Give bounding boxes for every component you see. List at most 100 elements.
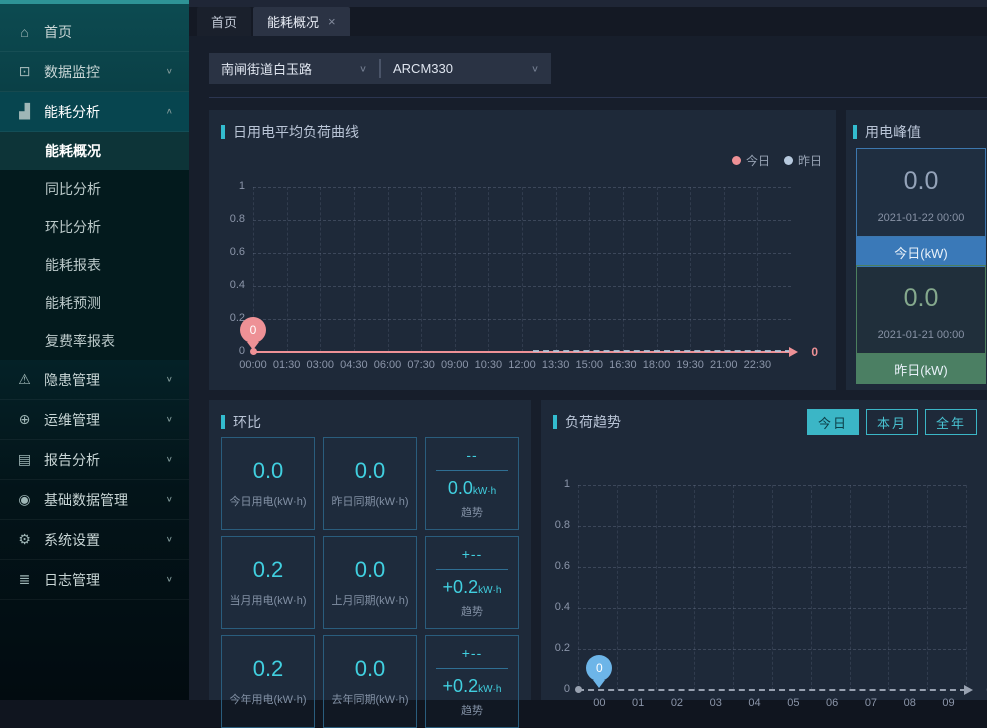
huanbi-trend-value: 0.0kW·h bbox=[448, 478, 496, 499]
v-gridline bbox=[556, 187, 557, 352]
v-gridline bbox=[388, 187, 389, 352]
sidebar-item-隐患管理[interactable]: ⚠隐患管理∨ bbox=[0, 360, 189, 400]
y-axis-tick: 0 bbox=[536, 683, 570, 695]
axis-end-label: 0 bbox=[811, 345, 818, 359]
trend-button-全年[interactable]: 全年 bbox=[925, 409, 977, 435]
v-gridline bbox=[724, 187, 725, 352]
huanbi-value-card: 0.0今日用电(kW·h) bbox=[221, 437, 315, 530]
huanbi-label: 当月用电(kW·h) bbox=[230, 592, 307, 608]
filter-bar: 南闸街道白玉路 ∨ ARCM330 ∨ bbox=[209, 53, 551, 84]
y-axis-tick: 0 bbox=[211, 345, 245, 357]
sidebar-item-label: 能耗分析 bbox=[44, 102, 100, 122]
device-select-value: ARCM330 bbox=[393, 61, 453, 76]
marker-tail bbox=[593, 680, 605, 688]
huanbi-value: 0.2 bbox=[253, 557, 284, 583]
sidebar-item-基础数据管理[interactable]: ◉基础数据管理∨ bbox=[0, 480, 189, 520]
sidebar-subitem-环比分析[interactable]: 环比分析 bbox=[0, 208, 189, 246]
sidebar-item-运维管理[interactable]: ⊕运维管理∨ bbox=[0, 400, 189, 440]
sidebar-item-能耗分析[interactable]: ▟能耗分析∧ bbox=[0, 92, 189, 132]
tab-首页[interactable]: 首页 bbox=[197, 7, 251, 36]
huanbi-trend-top: +-- bbox=[462, 546, 483, 562]
data-point-marker[interactable]: 0 bbox=[586, 655, 612, 681]
v-gridline bbox=[966, 485, 967, 690]
station-select[interactable]: 南闸街道白玉路 ∨ bbox=[209, 53, 379, 84]
sidebar-item-label: 首页 bbox=[44, 22, 72, 42]
huanbi-value: 0.2 bbox=[253, 656, 284, 682]
v-gridline bbox=[522, 187, 523, 352]
tab-bar: 首页能耗概况 × bbox=[189, 7, 987, 36]
huanbi-value-card: 0.2 当月用电(kW·h) bbox=[221, 536, 315, 629]
sidebar-item-系统设置[interactable]: ⚙系统设置∨ bbox=[0, 520, 189, 560]
trend-value-number: +0.2 bbox=[443, 577, 479, 597]
trend-value-unit: kW·h bbox=[478, 585, 501, 596]
title-marker bbox=[221, 125, 225, 139]
huanbi-separator bbox=[436, 470, 508, 471]
tab-label: 能耗概况 bbox=[267, 12, 319, 31]
sidebar-item-数据监控[interactable]: ⊡数据监控∨ bbox=[0, 52, 189, 92]
sidebar-subitem-复费率报表[interactable]: 复费率报表 bbox=[0, 322, 189, 360]
sidebar-item-首页[interactable]: ⌂首页 bbox=[0, 12, 189, 52]
peak-card-body: 0.0 2021-01-21 00:00 bbox=[856, 265, 986, 354]
tab-能耗概况[interactable]: 能耗概况 × bbox=[253, 7, 350, 36]
huanbi-value-card: 0.0上月同期(kW·h) bbox=[323, 536, 417, 629]
y-axis-tick: 0.4 bbox=[536, 601, 570, 613]
base-data-icon: ◉ bbox=[16, 491, 33, 508]
series-zero-line bbox=[578, 689, 966, 691]
close-icon[interactable]: × bbox=[328, 14, 336, 29]
y-axis-tick: 0.8 bbox=[211, 213, 245, 225]
y-axis-tick: 0.2 bbox=[211, 312, 245, 324]
panel-title-text: 环比 bbox=[233, 412, 261, 432]
v-gridline bbox=[589, 187, 590, 352]
chevron-down-icon: ∨ bbox=[166, 575, 173, 584]
sidebar-subitem-能耗报表[interactable]: 能耗报表 bbox=[0, 246, 189, 284]
huanbi-trend-top: +-- bbox=[462, 645, 483, 661]
v-gridline bbox=[578, 485, 579, 690]
panel-title-text: 负荷趋势 bbox=[565, 412, 621, 432]
y-axis-tick: 0.8 bbox=[536, 519, 570, 531]
peak-value: 0.0 bbox=[904, 284, 939, 313]
sidebar-item-日志管理[interactable]: ≣日志管理∨ bbox=[0, 560, 189, 600]
huanbi-trend-card: +-- +0.2kW·h 趋势 bbox=[425, 635, 519, 728]
legend-item-昨日[interactable]: 昨日 bbox=[784, 152, 822, 169]
trend-button-今日[interactable]: 今日 bbox=[807, 409, 859, 435]
trend-chart: 00.20.40.60.810001020304050607080900 bbox=[578, 485, 966, 690]
operations-icon: ⊕ bbox=[16, 411, 33, 428]
title-marker bbox=[553, 415, 557, 429]
y-axis-tick: 0.4 bbox=[211, 279, 245, 291]
peak-time: 2021-01-22 00:00 bbox=[878, 212, 965, 224]
v-gridline bbox=[850, 485, 851, 690]
sidebar-item-报告分析[interactable]: ▤报告分析∨ bbox=[0, 440, 189, 480]
v-gridline bbox=[656, 485, 657, 690]
huanbi-grid: 0.0今日用电(kW·h)0.0昨日同期(kW·h)--0.0kW·h趋势0.2… bbox=[221, 437, 519, 728]
huanbi-label: 昨日同期(kW·h) bbox=[332, 493, 409, 509]
peak-time: 2021-01-21 00:00 bbox=[878, 329, 965, 341]
device-select[interactable]: ARCM330 ∨ bbox=[381, 53, 551, 84]
peak-value: 0.0 bbox=[904, 167, 939, 196]
huanbi-trend-label: 趋势 bbox=[461, 702, 483, 718]
huanbi-trend-label: 趋势 bbox=[461, 504, 483, 520]
legend-item-今日[interactable]: 今日 bbox=[732, 152, 770, 169]
sidebar-item-label: 报告分析 bbox=[44, 450, 100, 470]
sidebar-subitem-能耗预测[interactable]: 能耗预测 bbox=[0, 284, 189, 322]
trend-range-buttons: 今日本月全年 bbox=[807, 409, 977, 435]
huanbi-trend-label: 趋势 bbox=[461, 603, 483, 619]
huanbi-value-card: 0.2今年用电(kW·h) bbox=[221, 635, 315, 728]
energy-analysis-icon: ▟ bbox=[16, 103, 33, 120]
huanbi-trend-card: --0.0kW·h趋势 bbox=[425, 437, 519, 530]
sidebar-subitem-能耗概况[interactable]: 能耗概况 bbox=[0, 132, 189, 170]
peak-card-昨日(kW): 0.02021-01-21 00:00昨日(kW) bbox=[856, 265, 986, 384]
y-axis-tick: 0.6 bbox=[211, 246, 245, 258]
chevron-down-icon: ∨ bbox=[166, 67, 173, 76]
v-gridline bbox=[733, 485, 734, 690]
v-gridline bbox=[757, 187, 758, 352]
y-axis-tick: 0.2 bbox=[536, 642, 570, 654]
trend-button-本月[interactable]: 本月 bbox=[866, 409, 918, 435]
huanbi-trend-value: +0.2kW·h bbox=[443, 676, 502, 697]
data-point-marker[interactable]: 0 bbox=[240, 317, 266, 343]
huanbi-trend-value: +0.2kW·h bbox=[443, 577, 502, 598]
huanbi-value: 0.0 bbox=[355, 557, 386, 583]
sidebar-subitem-同比分析[interactable]: 同比分析 bbox=[0, 170, 189, 208]
huanbi-panel: 环比 0.0今日用电(kW·h)0.0昨日同期(kW·h)--0.0kW·h趋势… bbox=[209, 400, 531, 700]
report-icon: ▤ bbox=[16, 451, 33, 468]
v-gridline bbox=[811, 485, 812, 690]
